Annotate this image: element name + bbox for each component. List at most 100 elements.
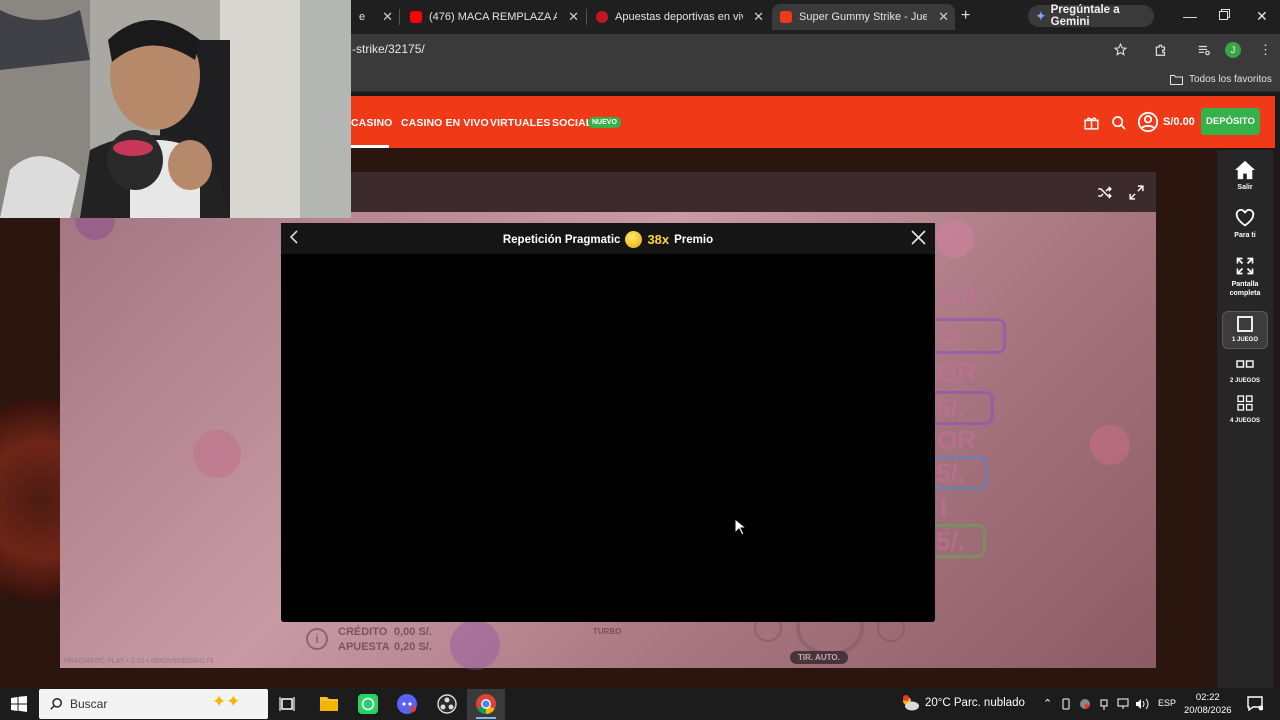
single-square-icon	[1237, 316, 1253, 332]
weather-icon	[900, 694, 920, 712]
extensions-icon[interactable]	[1154, 43, 1168, 57]
restore-window-icon[interactable]	[1219, 9, 1230, 20]
weather-text[interactable]: 20°C Parc. nublado	[925, 697, 1025, 709]
close-window-icon[interactable]: ✕	[1256, 8, 1268, 25]
gumball-decoration	[936, 220, 974, 258]
game-footer-text: PRAGMATIC PLAY • 2.22 • #B4DV6030G84173	[64, 658, 214, 665]
tray-icons[interactable]	[1061, 697, 1153, 711]
clock-date: 20/08/2026	[1184, 705, 1232, 716]
new-tab-button[interactable]: +	[961, 7, 970, 25]
bookmark-star-icon[interactable]	[1114, 43, 1127, 56]
bet-label: APUESTA	[338, 641, 390, 653]
active-app-indicator	[476, 717, 496, 719]
rail-label: Salir	[1237, 184, 1253, 191]
obs-icon[interactable]	[437, 694, 457, 714]
bet-value: 0,20 S/.	[394, 641, 432, 653]
youtube-favicon-icon	[410, 11, 422, 23]
whatsapp-icon[interactable]	[358, 694, 378, 714]
close-tab-icon[interactable]: ✕	[382, 9, 393, 25]
all-bookmarks-label[interactable]: Todos los favoritos	[1189, 74, 1272, 85]
account-icon[interactable]	[1137, 111, 1159, 133]
minimize-icon[interactable]: —	[1183, 8, 1197, 24]
rail-label: 1 JUEGO	[1231, 337, 1258, 343]
game-ghost-text: S/.	[938, 320, 970, 350]
info-icon[interactable]: i	[306, 628, 328, 650]
rail-4-juegos[interactable]: 4 JUEGOS	[1222, 395, 1268, 426]
game-ghost-text: 5/.	[936, 458, 965, 488]
replay-modal	[281, 223, 935, 622]
game-ghost-text: OR	[937, 425, 976, 455]
close-tab-icon[interactable]: ✕	[753, 9, 764, 25]
gift-icon[interactable]	[1083, 114, 1100, 131]
rail-label: 2 JUEGOS	[1229, 378, 1260, 384]
browser-tab[interactable]: Apuestas deportivas en vivo | ✕	[588, 4, 770, 30]
credit-label: CRÉDITO	[338, 626, 388, 638]
task-view-icon[interactable]	[279, 696, 295, 712]
gumball-decoration	[450, 620, 500, 670]
close-modal-icon[interactable]	[911, 230, 926, 245]
mouse-cursor-icon	[734, 518, 746, 536]
tab-title: Apuestas deportivas en vivo |	[615, 11, 743, 23]
media-controls-icon[interactable]	[1197, 43, 1211, 57]
rail-2-juegos[interactable]: 2 JUEGOS	[1222, 359, 1268, 386]
browser-tab-active[interactable]: Super Gummy Strike - Juega e ✕	[772, 4, 955, 30]
rail-pantalla-completa[interactable]: Pantalla completa	[1222, 256, 1268, 298]
shuffle-icon[interactable]	[1096, 184, 1113, 201]
file-explorer-icon[interactable]	[319, 694, 339, 712]
tab-separator	[399, 9, 400, 25]
home-icon	[1235, 160, 1255, 180]
rail-salir[interactable]: Salir	[1222, 160, 1268, 192]
profile-avatar[interactable]: J	[1225, 42, 1241, 58]
nav-virtuales[interactable]: VIRTUALES	[490, 117, 550, 129]
tab-title: (476) MACA REMPLAZA A BU	[429, 11, 557, 23]
game-ghost-text: 5/.	[936, 393, 965, 423]
gemini-label: Pregúntale a Gemini	[1050, 4, 1120, 28]
four-squares-icon	[1237, 395, 1253, 411]
two-squares-icon	[1236, 360, 1254, 368]
gumball-decoration	[193, 430, 241, 478]
balance-amount[interactable]: S/0.00	[1163, 116, 1195, 128]
close-tab-icon[interactable]: ✕	[938, 9, 949, 25]
chrome-icon	[476, 694, 496, 714]
game-ghost-text: GA	[940, 280, 979, 310]
gemini-sparkle-icon: ✦	[1036, 11, 1046, 23]
game-ghost-text: I	[940, 493, 948, 523]
replay-modal-title: Repetición Pragmatic 38x Premio	[281, 231, 935, 248]
gemini-button[interactable]: ✦ Pregúntale a Gemini	[1028, 4, 1154, 28]
autoplay-button[interactable]: TIR. AUTO.	[790, 651, 848, 664]
credit-value: 0,00 S/.	[394, 626, 432, 638]
browser-tab[interactable]: e ✕	[351, 4, 399, 30]
language-indicator[interactable]: ESP	[1158, 698, 1176, 708]
tab-title: e	[359, 11, 366, 23]
rail-1-juego[interactable]: 1 JUEGO	[1222, 311, 1268, 349]
rail-para-ti[interactable]: Para ti	[1222, 209, 1268, 240]
search-icon[interactable]	[1111, 115, 1127, 131]
fullscreen-icon[interactable]	[1128, 184, 1145, 201]
browser-menu-icon[interactable]: ⋮	[1259, 43, 1272, 56]
replay-multiplier: 38x	[647, 232, 670, 247]
turbo-label: TURBO	[593, 627, 622, 636]
casino-favicon-icon	[780, 11, 792, 23]
system-clock[interactable]: 02:22 20/08/2026	[1184, 691, 1232, 717]
rail-label: 4 JUEGOS	[1229, 418, 1260, 424]
nav-casino-en-vivo[interactable]: CASINO EN VIVO	[401, 117, 489, 129]
chevron-up-icon[interactable]: ⌃	[1043, 697, 1052, 710]
rail-label: Para ti	[1234, 232, 1256, 239]
discord-icon[interactable]	[397, 694, 417, 714]
game-ghost-text: 5/.	[936, 526, 965, 556]
game-ghost-text: OR	[937, 357, 976, 387]
expand-icon	[1236, 257, 1254, 275]
coin-icon	[625, 231, 643, 248]
deposit-button[interactable]: DEPÓSITO	[1201, 108, 1260, 135]
url-text[interactable]: -strike/32175/	[352, 42, 425, 56]
search-highlights-icon: ✦✦	[212, 692, 241, 711]
notifications-icon[interactable]	[1247, 696, 1263, 711]
search-icon	[49, 697, 63, 711]
gumball-decoration	[1090, 425, 1130, 465]
clock-time: 02:22	[1195, 692, 1220, 703]
windows-start-icon[interactable]	[11, 696, 27, 712]
nav-casino[interactable]: CASINO	[351, 117, 392, 129]
nav-social[interactable]: SOCIAL	[552, 117, 592, 129]
close-tab-icon[interactable]: ✕	[568, 9, 579, 25]
browser-tab[interactable]: (476) MACA REMPLAZA A BU ✕	[402, 4, 585, 30]
